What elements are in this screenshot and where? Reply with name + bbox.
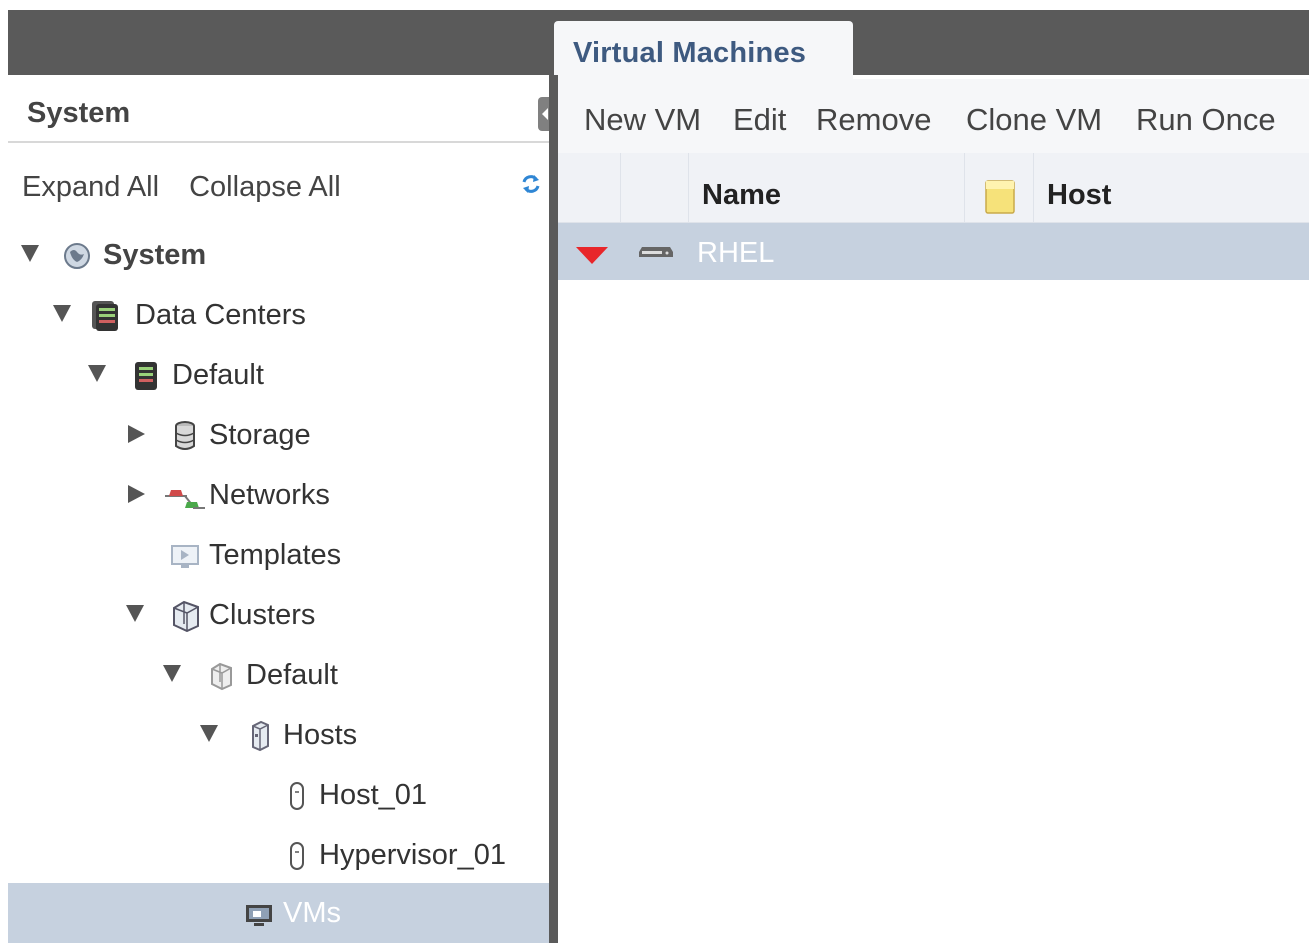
virtual-machines-panel: New VM Edit Remove Clone VM Run Once Nam… [558, 79, 1309, 943]
new-vm-button[interactable]: New VM [584, 102, 701, 138]
column-separator [688, 153, 689, 223]
template-icon [171, 545, 199, 568]
tree-node-label: Networks [209, 479, 330, 511]
tree-node-label: Host_01 [319, 779, 428, 811]
vm-grid-header: Name Host [558, 153, 1309, 223]
comment-note-icon [985, 180, 1015, 214]
system-tree-panel: System Expand All Collapse All System Da… [8, 75, 552, 943]
tree-node-data-centers[interactable]: Data Centers [8, 285, 549, 345]
column-separator [1033, 153, 1034, 223]
tree-node-default-datacenter[interactable]: Default [8, 345, 549, 405]
datacenters-icon [92, 301, 118, 331]
expand-all-link[interactable]: Expand All [22, 171, 159, 203]
clusters-icon [173, 600, 199, 632]
tree-node-label: Storage [209, 419, 311, 451]
run-once-button[interactable]: Run Once [1136, 102, 1276, 138]
clone-vm-button[interactable]: Clone VM [966, 102, 1102, 138]
panel-splitter[interactable] [549, 75, 558, 943]
tree-node-default-cluster[interactable]: Default [8, 645, 549, 705]
tree-node-label: Hosts [283, 719, 358, 751]
expand-toggle[interactable] [200, 725, 218, 742]
tree-node-host-01[interactable]: Host_01 [8, 765, 549, 825]
tree-node-clusters[interactable]: Clusters [8, 585, 549, 645]
tree-actions: Expand All Collapse All [22, 171, 363, 204]
tree-panel-header: System [8, 87, 549, 143]
remove-button[interactable]: Remove [816, 102, 931, 138]
cluster-icon [211, 662, 232, 691]
datacenter-icon [135, 362, 157, 390]
column-separator [964, 153, 965, 223]
expand-toggle[interactable] [88, 365, 106, 382]
tree-node-label: VMs [283, 897, 341, 929]
hosts-icon [252, 720, 269, 752]
expand-toggle[interactable] [128, 485, 145, 503]
tree-node-label: System [103, 239, 207, 271]
tree-node-label: Default [172, 359, 264, 391]
expand-toggle[interactable] [21, 245, 39, 262]
tree-node-storage[interactable]: Storage [8, 405, 549, 465]
tree-node-vms[interactable]: VMs [8, 883, 549, 943]
expand-toggle[interactable] [53, 305, 71, 322]
vms-icon [246, 905, 272, 926]
column-header-name[interactable]: Name [702, 179, 781, 212]
status-down-icon [576, 247, 608, 264]
top-margin [0, 0, 1309, 10]
storage-icon [175, 421, 195, 450]
tab-virtual-machines[interactable]: Virtual Machines [554, 21, 853, 79]
tree-node-label: Data Centers [135, 299, 306, 331]
expand-toggle[interactable] [163, 665, 181, 682]
column-header-host[interactable]: Host [1047, 179, 1111, 212]
tree-node-templates[interactable]: Templates [8, 525, 549, 585]
vm-toolbar: New VM Edit Remove Clone VM Run Once [558, 79, 1309, 153]
expand-toggle[interactable] [128, 425, 145, 443]
tree-node-label: Default [246, 659, 338, 691]
vm-icon [639, 247, 673, 257]
tree-node-hypervisor-01[interactable]: Hypervisor_01 [8, 825, 549, 885]
tree-node-label: Templates [209, 539, 342, 571]
table-row[interactable]: RHEL [558, 223, 1309, 280]
tree-node-label: Hypervisor_01 [319, 839, 506, 871]
host-icon [290, 782, 304, 810]
expand-toggle[interactable] [126, 605, 144, 622]
globe-icon [64, 243, 90, 269]
refresh-icon[interactable] [520, 173, 542, 195]
tree-node-hosts[interactable]: Hosts [8, 705, 549, 765]
column-separator [620, 153, 621, 223]
collapse-all-link[interactable]: Collapse All [189, 171, 341, 203]
tree-node-system[interactable]: System [8, 225, 549, 285]
network-icon [165, 490, 205, 509]
edit-button[interactable]: Edit [733, 102, 786, 138]
tree-panel-title: System [27, 97, 131, 129]
vm-name-cell: RHEL [697, 237, 775, 269]
tree-node-networks[interactable]: Networks [8, 465, 549, 525]
host-icon [290, 842, 304, 870]
tab-label: Virtual Machines [573, 37, 807, 69]
tree-node-label: Clusters [209, 599, 316, 631]
